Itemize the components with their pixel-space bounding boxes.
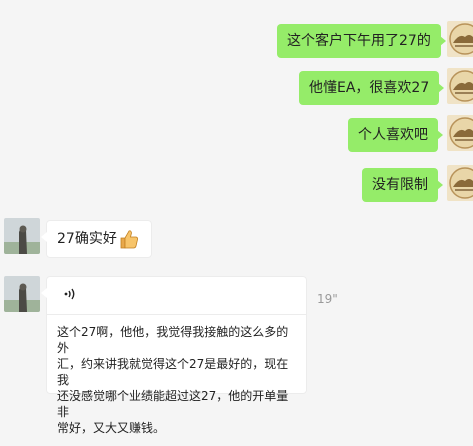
voice-wave-icon xyxy=(63,287,77,305)
self-avatar[interactable] xyxy=(447,68,473,104)
self-avatar[interactable] xyxy=(447,165,473,201)
avatar-image xyxy=(447,21,473,57)
outgoing-message[interactable]: 这个客户下午用了27的 xyxy=(277,24,446,58)
voice-transcript: 这个27啊，他他，我觉得我接触的这么多的外 汇，约来讲我就觉得这个27是最好的，… xyxy=(57,325,289,435)
voice-play-area[interactable] xyxy=(46,276,307,315)
voice-message[interactable]: 这个27啊，他他，我觉得我接触的这么多的外 汇，约来讲我就觉得这个27是最好的，… xyxy=(41,276,307,435)
voice-duration: 19" xyxy=(317,292,338,306)
avatar-image xyxy=(447,165,473,201)
avatar-image xyxy=(4,218,40,254)
contact-avatar[interactable] xyxy=(4,218,40,254)
avatar-image xyxy=(447,68,473,104)
incoming-message[interactable]: 27确实好 xyxy=(41,220,152,258)
avatar-image xyxy=(447,115,473,151)
self-avatar[interactable] xyxy=(447,21,473,57)
self-avatar[interactable] xyxy=(447,115,473,151)
avatar-image xyxy=(4,276,40,312)
contact-avatar[interactable] xyxy=(4,276,40,312)
outgoing-message[interactable]: 他懂EA，很喜欢27 xyxy=(299,71,445,105)
outgoing-message[interactable]: 没有限制 xyxy=(362,168,443,202)
outgoing-message[interactable]: 个人喜欢吧 xyxy=(348,118,443,152)
thumbs-up-icon xyxy=(118,228,140,254)
message-text: 27确实好 xyxy=(57,231,117,247)
